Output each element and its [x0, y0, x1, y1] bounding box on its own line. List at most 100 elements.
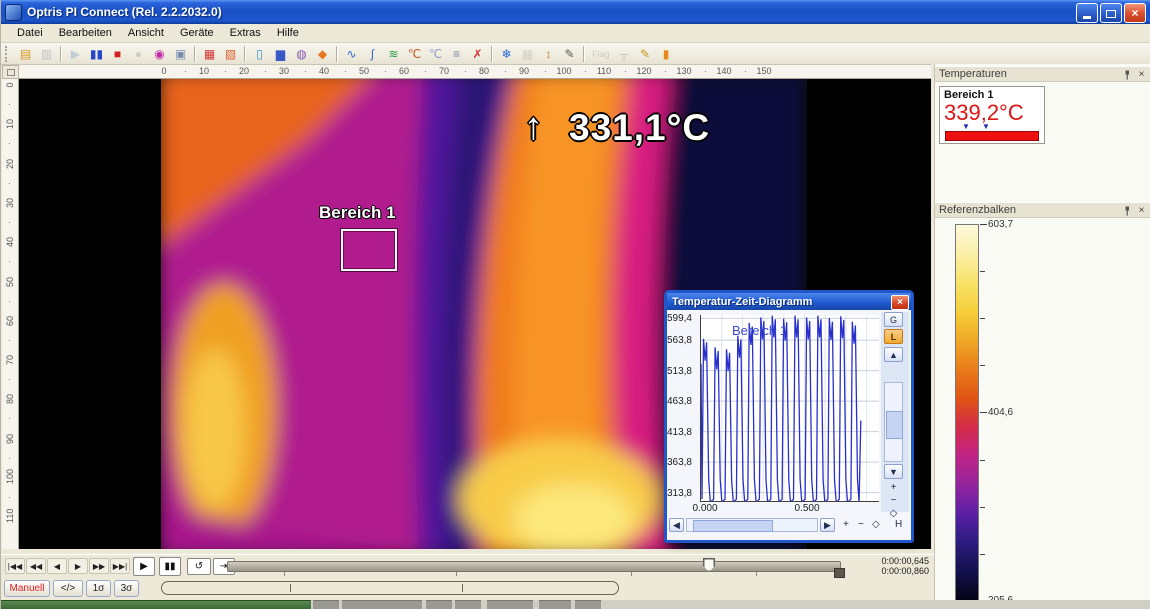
hotspot-icon[interactable]: ◆ [313, 45, 332, 63]
step-back-button[interactable]: ◀ [47, 558, 67, 574]
save-icon[interactable]: ▥ [37, 45, 56, 63]
menu-item-hilfe[interactable]: Hilfe [269, 25, 307, 41]
temperature-curve [701, 316, 861, 501]
manuell-button[interactable]: Manuell [4, 580, 50, 597]
tools-icon[interactable]: ✎ [560, 45, 579, 63]
open-file-icon[interactable]: ▤ [16, 45, 35, 63]
sigma1-button[interactable]: 1σ [86, 580, 111, 597]
horizontal-scrollbar[interactable] [686, 518, 818, 532]
copy-icon[interactable]: ▣ [171, 45, 190, 63]
region-label: Bereich 1 [319, 203, 396, 223]
snapshot-icon[interactable]: ◉ [150, 45, 169, 63]
pause-icon[interactable]: ▮▮ [87, 45, 106, 63]
menu-item-datei[interactable]: Datei [9, 25, 51, 41]
scroll-up-button[interactable]: ▲ [884, 347, 903, 362]
hold-button[interactable]: H [895, 519, 902, 530]
toolbar-grip-icon[interactable] [5, 46, 11, 62]
timeline-end-marker[interactable] [834, 568, 845, 578]
palette-arrow-icon[interactable]: ↕ [539, 45, 558, 63]
local-scale-button[interactable]: L [884, 329, 903, 344]
tools-color-icon[interactable]: ✎ [636, 45, 655, 63]
delete-measure-icon[interactable]: ✗ [468, 45, 487, 63]
vruler-tick: 40 [5, 236, 15, 248]
digital-display-icon[interactable]: ≡ [447, 45, 466, 63]
horizontal-ruler: 0·10·20·30·40·50·60·70·80·90·100·110·120… [19, 65, 931, 79]
minimize-button[interactable] [1076, 3, 1098, 23]
zoom-in-y-button[interactable]: + [884, 482, 903, 493]
diagram-close-button[interactable]: × [891, 295, 909, 310]
skip-end-button[interactable]: ▶▶| [110, 558, 130, 574]
menu-item-extras[interactable]: Extras [222, 25, 269, 41]
vertical-ruler: 0·10·20·30·40·50·60·70·80·90·100·110 [2, 79, 19, 549]
pin-icon[interactable] [1120, 68, 1133, 81]
play-button[interactable]: ▶ [133, 557, 155, 576]
side-panel-icon[interactable]: ▮ [657, 45, 676, 63]
window-title: Optris PI Connect (Rel. 2.2.2032.0) [27, 5, 222, 19]
fit-x-button[interactable]: ◇ [872, 519, 880, 530]
app-window: Optris PI Connect (Rel. 2.2.2032.0) × Da… [0, 0, 1150, 609]
palette-alt-icon[interactable]: ▧ [221, 45, 240, 63]
region-rect[interactable] [341, 229, 397, 271]
y-tick-label: 363,8 [662, 457, 692, 468]
toolbar-separator [244, 46, 246, 62]
pause-button[interactable]: ▮▮ [159, 557, 181, 576]
menu-item-geräte[interactable]: Geräte [172, 25, 222, 41]
global-scale-button[interactable]: G [884, 312, 903, 327]
zoom-out-x-button[interactable]: − [858, 519, 864, 530]
close-panel-icon[interactable]: × [1135, 204, 1148, 217]
close-button[interactable]: × [1124, 3, 1146, 23]
skip-start-button[interactable]: |◀◀ [5, 558, 25, 574]
temp-curve-icon[interactable]: ∫ [363, 45, 382, 63]
temp-alarm-icon[interactable]: ℃ [426, 45, 445, 63]
hruler-tick: 90 [519, 66, 529, 76]
y-tick-label: 413,8 [662, 427, 692, 438]
scroll-right-button[interactable]: ▶ [820, 518, 835, 532]
fast-rewind-button[interactable]: ◀◀ [26, 558, 46, 574]
sigma3-button[interactable]: 3σ [114, 580, 139, 597]
menu-item-bearbeiten[interactable]: Bearbeiten [51, 25, 120, 41]
hruler-tick: 30 [279, 66, 289, 76]
restore-button[interactable] [1100, 3, 1122, 23]
close-panel-icon[interactable]: × [1135, 68, 1148, 81]
play-icon[interactable]: ▶ [66, 45, 85, 63]
scroll-left-button[interactable]: ◀ [669, 518, 684, 532]
timeline-track[interactable] [227, 561, 841, 572]
vruler-tick: 110 [5, 511, 15, 523]
fast-forward-button[interactable]: ▶▶ [89, 558, 109, 574]
temp-range-bar [945, 131, 1039, 141]
scroll-down-button[interactable]: ▼ [884, 464, 903, 479]
temperatures-panel-header[interactable]: Temperaturen × [935, 66, 1150, 82]
align-icon[interactable]: ╥ [615, 45, 634, 63]
hruler-tick: 10 [199, 66, 209, 76]
freeze-icon[interactable]: ❄ [497, 45, 516, 63]
flag-label[interactable]: Flag [589, 45, 613, 63]
temp-display-icon[interactable]: ℃ [405, 45, 424, 63]
diagram-icon[interactable]: ≋ [384, 45, 403, 63]
hruler-tick: 150 [756, 66, 771, 76]
reference-bar-icon[interactable]: ▯ [250, 45, 269, 63]
pin-icon[interactable] [1120, 204, 1133, 217]
reference-panel-header[interactable]: Referenzbalken × [935, 202, 1150, 218]
zoom-in-x-button[interactable]: + [843, 519, 849, 530]
vertical-scroll-thumb[interactable] [886, 411, 903, 439]
stop-icon[interactable]: ■ [108, 45, 127, 63]
vertical-scrollbar[interactable] [884, 382, 903, 462]
loop-button[interactable]: ↺ [187, 558, 211, 575]
layout-icon[interactable]: ▦ [518, 45, 537, 63]
camera-settings-icon[interactable]: ◍ [292, 45, 311, 63]
hruler-tick: 130 [676, 66, 691, 76]
diagram-titlebar[interactable]: Temperatur-Zeit-Diagramm [667, 293, 911, 310]
record-icon[interactable]: ● [129, 45, 148, 63]
hruler-tick: 120 [636, 66, 651, 76]
palette-icon[interactable]: ▦ [200, 45, 219, 63]
step-mode-button[interactable]: </> [53, 580, 83, 597]
zoom-out-y-button[interactable]: − [884, 495, 903, 506]
horizontal-scroll-thumb[interactable] [693, 520, 773, 532]
step-forward-button[interactable]: ▶ [68, 558, 88, 574]
temp-profile-icon[interactable]: ∿ [342, 45, 361, 63]
histogram-icon[interactable]: ▆ [271, 45, 290, 63]
toolbar-separator [60, 46, 62, 62]
app-icon[interactable] [5, 4, 22, 21]
menu-item-ansicht[interactable]: Ansicht [120, 25, 172, 41]
hruler-tick: 50 [359, 66, 369, 76]
